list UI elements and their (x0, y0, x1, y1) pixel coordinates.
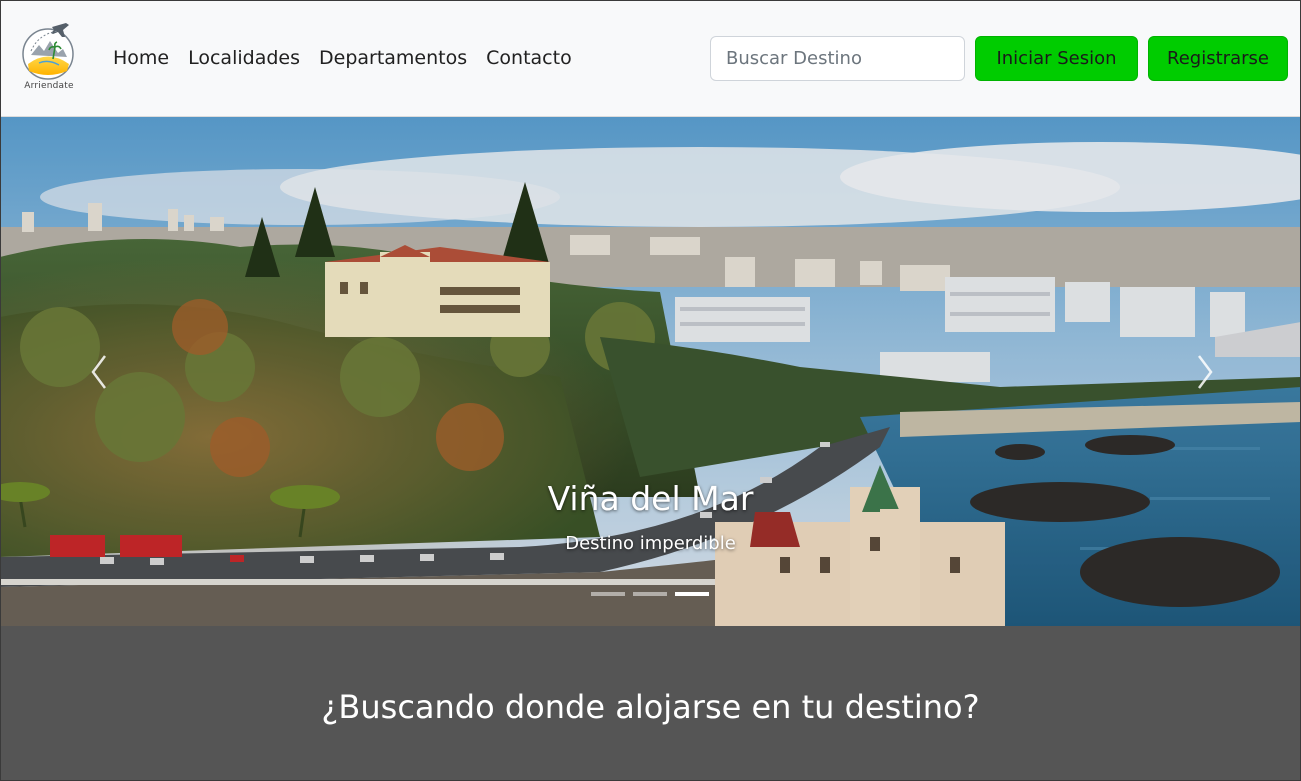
slide-caption-subtitle: Destino imperdible (565, 533, 736, 554)
search-destination-input[interactable] (710, 36, 965, 81)
navbar: Arriendate Home Localidades Departamento… (0, 0, 1301, 117)
chevron-left-icon (91, 355, 106, 389)
carousel-indicator-3[interactable] (675, 592, 709, 596)
nav-link-localidades[interactable]: Localidades (188, 44, 300, 72)
hero-carousel: Viña del Mar Destino imperdible (0, 117, 1301, 626)
nav-link-contacto[interactable]: Contacto (486, 44, 572, 72)
register-button[interactable]: Registrarse (1148, 36, 1288, 81)
carousel-prev-button[interactable] (79, 342, 119, 402)
carousel-indicators (591, 591, 709, 597)
nav-link-departamentos[interactable]: Departamentos (319, 44, 467, 72)
globe-plane-icon (22, 23, 74, 80)
brand-logo-text: Arriendate (24, 81, 74, 91)
carousel-next-button[interactable] (1185, 342, 1225, 402)
carousel-indicator-1[interactable] (591, 592, 625, 596)
login-button[interactable]: Iniciar Sesion (975, 36, 1138, 81)
nav-link-home[interactable]: Home (113, 44, 169, 72)
carousel-indicator-2[interactable] (633, 592, 667, 596)
search-promo-section: ¿Buscando donde alojarse en tu destino? (0, 626, 1301, 781)
brand-logo[interactable]: Arriendate (19, 19, 79, 95)
slide-caption-title: Viña del Mar (547, 479, 754, 518)
main-nav: Home Localidades Departamentos Contacto (113, 44, 591, 72)
section-heading: ¿Buscando donde alojarse en tu destino? (321, 688, 980, 726)
chevron-right-icon (1198, 355, 1213, 389)
